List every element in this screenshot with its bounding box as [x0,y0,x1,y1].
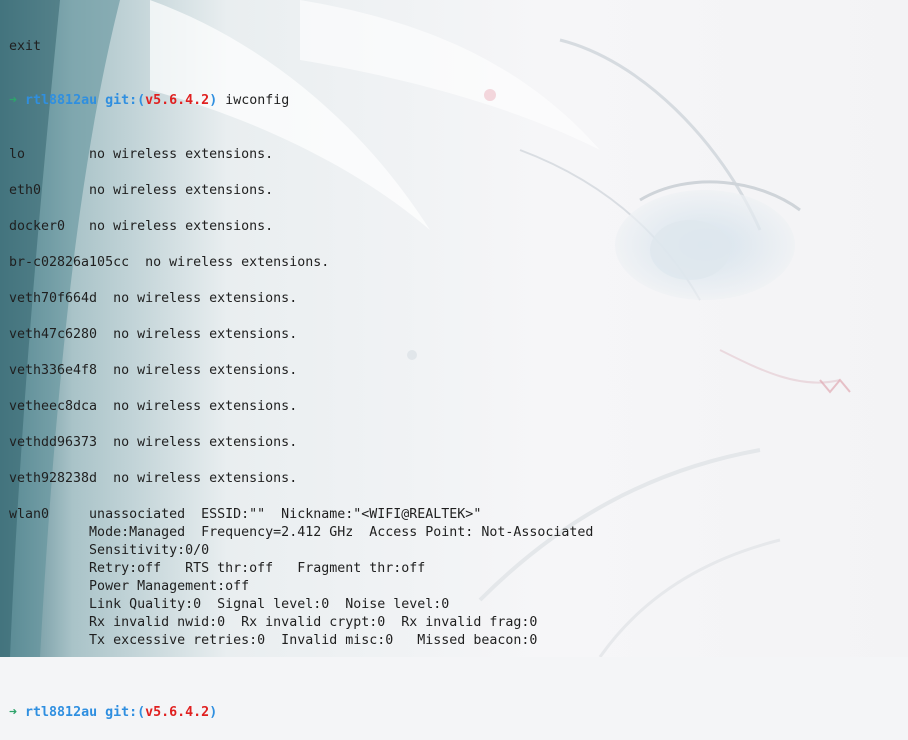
output-line: veth70f664d no wireless extensions. [9,291,298,306]
output-line: Link Quality:0 Signal level:0 Noise leve… [9,597,450,612]
output-line: Sensitivity:0/0 [9,543,210,558]
output-line: Tx excessive retries:0 Invalid misc:0 Mi… [9,633,538,648]
git-label-open: git:( [105,705,146,720]
output-line: lo no wireless extensions. [9,147,274,162]
output-line: veth928238d no wireless extensions. [9,471,298,486]
output-line: Mode:Managed Frequency=2.412 GHz Access … [9,525,594,540]
prompt-directory: rtl8812au [25,93,98,108]
output-line: eth0 no wireless extensions. [9,183,274,198]
output-line: Retry:off RTS thr:off Fragment thr:off [9,561,426,576]
output-line: wlan0 unassociated ESSID:"" Nickname:"<W… [9,507,482,522]
prompt-arrow-icon: ➜ [9,93,18,108]
git-label-close: ) [209,705,218,720]
output-line: br-c02826a105cc no wireless extensions. [9,255,330,270]
output-line: veth47c6280 no wireless extensions. [9,327,298,342]
command-output: lo no wireless extensions. eth0 no wirele… [9,146,593,668]
prompt-line-2[interactable]: ➜ rtl8812au git:(v5.6.4.2) [9,704,593,722]
terminal-output: exit ➜ rtl8812au git:(v5.6.4.2) iwconfig… [9,2,593,740]
git-label-open: git:( [105,93,146,108]
output-line: Rx invalid nwid:0 Rx invalid crypt:0 Rx … [9,615,538,630]
git-branch: v5.6.4.2 [145,93,210,108]
output-line: docker0 no wireless extensions. [9,219,274,234]
prompt-line-1: ➜ rtl8812au git:(v5.6.4.2) iwconfig [9,92,593,110]
prompt-arrow-icon: ➜ [9,705,18,720]
output-line: vetheec8dca no wireless extensions. [9,399,298,414]
output-line: veth336e4f8 no wireless extensions. [9,363,298,378]
exit-line: exit [9,39,42,54]
output-line: vethdd96373 no wireless extensions. [9,435,298,450]
prompt-directory: rtl8812au [25,705,98,720]
git-label-close: ) [209,93,218,108]
command-text: iwconfig [225,93,290,108]
output-line: Power Management:off [9,579,250,594]
git-branch: v5.6.4.2 [145,705,210,720]
